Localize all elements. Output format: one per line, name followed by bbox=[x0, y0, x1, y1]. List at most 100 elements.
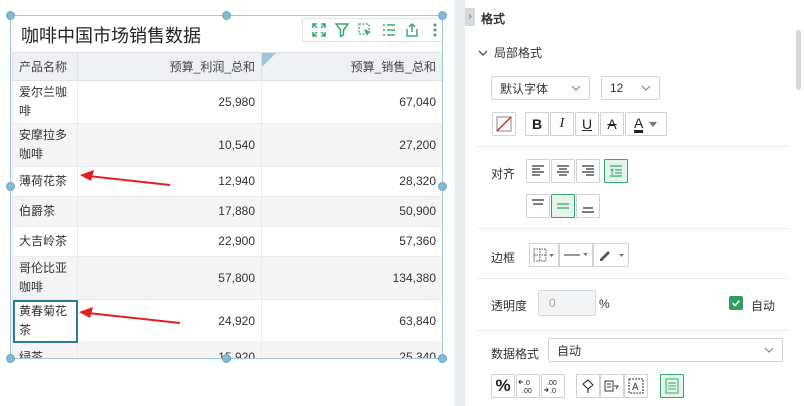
widget-title: 咖啡中国市场销售数据 bbox=[21, 26, 201, 46]
panel-title: 格式 bbox=[481, 12, 506, 26]
border-label: 边框 bbox=[491, 251, 516, 265]
profit-cell[interactable]: 25,980 bbox=[77, 80, 262, 124]
profit-cell[interactable]: 22,900 bbox=[77, 226, 262, 257]
align-right-icon bbox=[582, 165, 594, 176]
export-icon[interactable] bbox=[403, 21, 421, 39]
table-row[interactable]: 黄春菊花茶 24,920 63,840 bbox=[12, 299, 442, 343]
no-fill-icon bbox=[496, 116, 512, 132]
collapse-panel-icon[interactable]: › bbox=[465, 8, 475, 26]
table-row[interactable]: 伯爵茶 17,880 50,900 bbox=[12, 196, 442, 227]
profit-cell[interactable]: 57,800 bbox=[77, 256, 262, 300]
format-painter-button[interactable] bbox=[576, 374, 600, 398]
list-icon[interactable] bbox=[380, 21, 398, 39]
product-cell[interactable]: 哥伦比亚 咖啡 bbox=[12, 256, 78, 300]
text-box-button[interactable]: A bbox=[624, 374, 648, 398]
border-grid-icon bbox=[533, 248, 554, 262]
text-wrap-button[interactable] bbox=[600, 374, 624, 398]
increase-decimal-button[interactable]: .0.00 bbox=[516, 374, 540, 398]
checkmark-icon bbox=[731, 299, 741, 307]
more-icon[interactable] bbox=[426, 21, 442, 39]
valign-middle-icon bbox=[557, 203, 569, 209]
profit-cell[interactable]: 10,540 bbox=[77, 123, 262, 167]
resize-handle-left[interactable] bbox=[6, 182, 15, 191]
table-row[interactable]: 哥伦比亚 咖啡 57,800 134,380 bbox=[12, 256, 442, 300]
sales-cell[interactable]: 57,360 bbox=[261, 226, 442, 257]
column-header-sales[interactable]: 预算_销售_总和 bbox=[261, 52, 442, 81]
wrap-text-button[interactable] bbox=[604, 159, 628, 183]
border-color-button[interactable] bbox=[593, 243, 629, 267]
valign-top-icon bbox=[532, 199, 544, 205]
sales-cell[interactable]: 134,380 bbox=[261, 256, 442, 300]
italic-button[interactable]: I bbox=[550, 112, 574, 136]
font-size-select[interactable]: 12 bbox=[601, 76, 660, 100]
separator bbox=[478, 228, 789, 229]
font-color-button[interactable]: A bbox=[625, 112, 667, 136]
strikethrough-button[interactable]: A bbox=[600, 112, 624, 136]
product-cell[interactable]: 大吉岭茶 bbox=[12, 226, 78, 257]
background-color-button[interactable] bbox=[492, 112, 516, 136]
widget-toolbar bbox=[302, 18, 442, 42]
expand-icon[interactable] bbox=[310, 21, 328, 39]
resize-handle-bottom[interactable] bbox=[222, 354, 231, 363]
product-cell[interactable]: 绿茶 bbox=[12, 342, 78, 358]
section-local-format[interactable]: 局部格式 bbox=[478, 44, 542, 61]
border-line-button[interactable] bbox=[559, 243, 593, 267]
number-format-select[interactable]: 自动 bbox=[548, 338, 783, 362]
decrease-decimal-button[interactable]: .00.0 bbox=[541, 374, 565, 398]
product-cell[interactable]: 安摩拉多 咖啡 bbox=[12, 123, 78, 167]
auto-checkbox[interactable] bbox=[729, 296, 743, 310]
increase-decimal-icon: .0.00 bbox=[518, 379, 532, 395]
data-table: 产品名称 预算_利润_总和 预算_销售_总和 爱尔兰咖啡 25,980 67,0… bbox=[12, 52, 442, 358]
table-row[interactable]: 大吉岭茶 22,900 57,360 bbox=[12, 226, 442, 257]
sales-cell[interactable]: 67,040 bbox=[261, 80, 442, 124]
product-cell[interactable]: 薄荷花茶 bbox=[12, 166, 78, 197]
resize-handle-bottom-right[interactable] bbox=[438, 354, 447, 363]
list-format-icon bbox=[665, 378, 679, 394]
product-cell[interactable]: 伯爵茶 bbox=[12, 196, 78, 227]
table-row[interactable]: 薄荷花茶 12,940 28,320 bbox=[12, 166, 442, 197]
product-cell[interactable]: 爱尔兰咖啡 bbox=[12, 80, 78, 124]
border-style-button[interactable] bbox=[529, 243, 559, 267]
resize-handle-top-left[interactable] bbox=[6, 11, 15, 20]
resize-handle-top[interactable] bbox=[222, 11, 231, 20]
align-center-button[interactable] bbox=[551, 159, 575, 183]
sales-cell[interactable]: 50,900 bbox=[261, 196, 442, 227]
resize-handle-top-right[interactable] bbox=[438, 11, 447, 20]
panel-divider[interactable] bbox=[455, 0, 465, 406]
select-icon[interactable] bbox=[356, 21, 374, 39]
profit-cell[interactable]: 15,920 bbox=[77, 342, 262, 358]
chevron-down-icon bbox=[764, 347, 774, 353]
sales-cell[interactable]: 25,340 bbox=[261, 342, 442, 358]
opacity-input[interactable]: 0 bbox=[538, 290, 596, 316]
underline-button[interactable]: U bbox=[575, 112, 599, 136]
resize-handle-right[interactable] bbox=[438, 182, 447, 191]
table-row[interactable]: 安摩拉多 咖啡 10,540 27,200 bbox=[12, 123, 442, 167]
profit-cell[interactable]: 17,880 bbox=[77, 196, 262, 227]
percent-button[interactable]: % bbox=[491, 374, 515, 398]
bold-button[interactable]: B bbox=[525, 112, 549, 136]
sales-cell[interactable]: 63,840 bbox=[261, 299, 442, 343]
column-header-profit[interactable]: 预算_利润_总和 bbox=[77, 52, 262, 81]
align-left-button[interactable] bbox=[526, 159, 550, 183]
valign-middle-button[interactable] bbox=[551, 194, 575, 218]
column-header-product[interactable]: 产品名称 bbox=[12, 52, 78, 81]
valign-bottom-button[interactable] bbox=[576, 194, 600, 218]
profit-cell[interactable]: 24,920 bbox=[77, 299, 262, 343]
number-format-label: 数据格式 bbox=[491, 347, 540, 361]
resize-handle-bottom-left[interactable] bbox=[6, 354, 15, 363]
panel-scrollbar[interactable] bbox=[796, 30, 801, 90]
table-widget[interactable]: 咖啡中国市场销售数据 产品名称 预算_利润_总和 预算_销售_总和 爱尔兰咖 啡… bbox=[10, 15, 443, 359]
filter-icon[interactable] bbox=[333, 21, 351, 39]
product-cell-selected[interactable]: 黄春菊花茶 bbox=[12, 299, 78, 343]
align-right-button[interactable] bbox=[576, 159, 600, 183]
valign-top-button[interactable] bbox=[526, 194, 550, 218]
svg-text:.00: .00 bbox=[547, 380, 557, 387]
section-label: 局部格式 bbox=[494, 46, 543, 60]
sales-cell[interactable]: 27,200 bbox=[261, 123, 442, 167]
profit-cell[interactable]: 12,940 bbox=[77, 166, 262, 197]
svg-text:.00: .00 bbox=[522, 388, 532, 395]
font-family-select[interactable]: 默认字体 bbox=[491, 76, 590, 100]
table-row[interactable]: 爱尔兰咖啡 25,980 67,040 bbox=[12, 80, 442, 124]
sales-cell[interactable]: 28,320 bbox=[261, 166, 442, 197]
cell-style-button[interactable] bbox=[660, 374, 684, 398]
